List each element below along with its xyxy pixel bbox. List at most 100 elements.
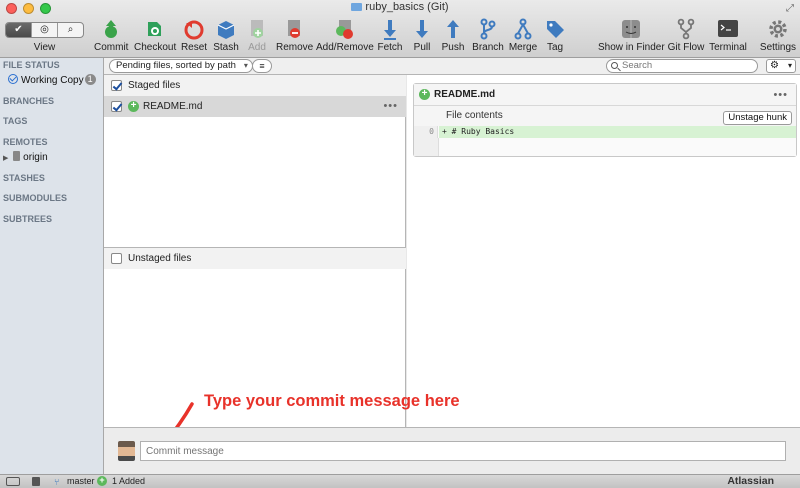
sidebar-header-tags[interactable]: TAGS (0, 116, 27, 126)
atlassian-logo: Atlassian (727, 475, 774, 487)
add-icon (251, 20, 263, 38)
settings-button[interactable]: Settings (758, 18, 798, 56)
terminal-button[interactable]: Terminal (708, 18, 748, 56)
hunk-title: File contents (446, 110, 503, 121)
commit-message-input[interactable] (140, 441, 786, 461)
remove-icon (288, 20, 300, 38)
history-view-button[interactable]: ◎ (32, 23, 58, 37)
sidebar: FILE STATUS Working Copy 1 BRANCHES TAGS … (0, 58, 104, 474)
add-remove-icon (336, 20, 353, 39)
branch-icon: ⑂ (54, 477, 60, 487)
stash-button[interactable]: Stash (212, 18, 240, 56)
fetch-icon (384, 20, 396, 40)
file-status-view-button[interactable]: ✔ (6, 23, 32, 37)
staged-files-label: Staged files (128, 80, 181, 91)
search-placeholder: Search (622, 60, 653, 71)
log-icon[interactable] (32, 477, 40, 486)
sidebar-header-remotes[interactable]: REMOTES (0, 137, 48, 147)
commit-button[interactable]: Commit (94, 18, 128, 56)
hunk-header: File contents Unstage hunk (414, 106, 796, 126)
settings-icon (769, 20, 787, 38)
more-options-icon[interactable]: ••• (773, 84, 788, 106)
line-number: 0 (414, 126, 438, 138)
staged-select-all-checkbox[interactable] (111, 80, 122, 91)
checkout-icon (148, 22, 161, 36)
view-label: View (33, 42, 56, 53)
finder-icon (622, 20, 640, 38)
git-flow-button[interactable]: Git Flow (666, 18, 706, 56)
stash-icon (217, 21, 235, 39)
checkout-button[interactable]: Checkout (134, 18, 176, 56)
staged-file-row[interactable]: + README.md ••• (104, 96, 406, 117)
show-in-finder-button[interactable]: Show in Finder (598, 18, 665, 56)
more-options-icon[interactable]: ••• (383, 96, 398, 117)
fullscreen-icon[interactable]: ⤢ (786, 3, 794, 14)
diff-file-name: README.md (434, 89, 496, 100)
reset-button[interactable]: Reset (180, 18, 208, 56)
sidebar-header-subtrees[interactable]: SUBTREES (0, 214, 52, 224)
unstaged-files-header: Unstaged files (104, 248, 406, 269)
search-input[interactable]: Search (606, 59, 758, 73)
branch-button[interactable]: Branch (472, 18, 504, 56)
change-summary: 1 Added (112, 476, 146, 486)
current-branch-label: master (67, 476, 95, 486)
pending-files-dropdown[interactable]: Pending files, sorted by path ▾ (109, 59, 253, 73)
reset-icon (184, 20, 204, 40)
list-icon: ≡ (259, 61, 265, 71)
folder-icon (351, 3, 363, 11)
terminal-icon (718, 20, 738, 37)
unstaged-files-label: Unstaged files (128, 253, 192, 264)
sidebar-item-working-copy[interactable]: Working Copy 1 (8, 74, 96, 86)
toolbar: ruby_basics (Git) ⤢ ✔ ◎ ⌕ View Commit Ch… (0, 0, 800, 58)
file-stage-checkbox[interactable] (111, 101, 122, 112)
window-title: ruby_basics (Git) (365, 1, 449, 13)
unstaged-select-all-checkbox[interactable] (111, 253, 122, 264)
view-segmented-control: ✔ ◎ ⌕ (5, 22, 84, 38)
pull-button[interactable]: Pull (410, 18, 434, 56)
line-text: + # Ruby Basics (439, 126, 796, 138)
added-status-icon: + (97, 476, 107, 486)
server-icon (13, 151, 21, 161)
sidebar-item-origin[interactable]: ▶ origin (3, 151, 48, 163)
line-gutter (414, 138, 439, 156)
pull-icon (416, 20, 428, 38)
merge-icon (514, 18, 532, 40)
sidebar-header-branches[interactable]: BRANCHES (0, 96, 54, 106)
sidebar-header-submodules[interactable]: SUBMODULES (0, 193, 67, 203)
merge-button[interactable]: Merge (508, 18, 538, 56)
git-flow-icon (677, 18, 695, 40)
diff-card: + README.md ••• File contents Unstage hu… (413, 83, 797, 157)
tag-button[interactable]: Tag (542, 18, 568, 56)
disclosure-triangle-icon[interactable]: ▶ (3, 155, 8, 162)
chevron-down-icon: ▾ (787, 61, 792, 70)
tag-icon (547, 21, 564, 38)
push-icon (447, 20, 459, 38)
push-button[interactable]: Push (440, 18, 466, 56)
branch-icon (480, 18, 496, 40)
fetch-button[interactable]: Fetch (376, 18, 404, 56)
options-gear-dropdown[interactable]: ⚙ ▾ (766, 59, 796, 73)
commit-area (104, 427, 800, 474)
sidebar-header-file-status[interactable]: FILE STATUS (0, 60, 60, 70)
sidebar-toggle-icon[interactable] (6, 477, 20, 486)
pending-files-label: Pending files, sorted by path (116, 60, 236, 71)
add-remove-button[interactable]: Add/Remove (316, 18, 374, 56)
remove-button[interactable]: Remove (276, 18, 313, 56)
diff-panel: + README.md ••• File contents Unstage hu… (407, 75, 800, 427)
add-button[interactable]: Add (244, 18, 270, 56)
working-copy-count-badge: 1 (84, 74, 96, 85)
unstage-hunk-button[interactable]: Unstage hunk (723, 111, 792, 125)
files-panel: Staged files + README.md ••• Unstaged fi… (104, 75, 406, 427)
diff-file-header: + README.md ••• (414, 84, 796, 106)
sidebar-header-stashes[interactable]: STASHES (0, 173, 45, 183)
diff-empty-area (414, 138, 796, 156)
filter-bar: Pending files, sorted by path ▾ ≡ Search … (104, 58, 800, 75)
remote-origin-label: origin (23, 152, 48, 163)
list-options-button[interactable]: ≡ (252, 59, 272, 73)
staged-file-name: README.md (143, 101, 203, 112)
search-view-button[interactable]: ⌕ (58, 23, 83, 37)
added-status-icon: + (128, 101, 139, 112)
status-bar: ⑂ master + 1 Added Atlassian (0, 474, 800, 488)
chevron-down-icon: ▾ (243, 61, 248, 70)
diff-line: 0 + # Ruby Basics (414, 126, 796, 138)
